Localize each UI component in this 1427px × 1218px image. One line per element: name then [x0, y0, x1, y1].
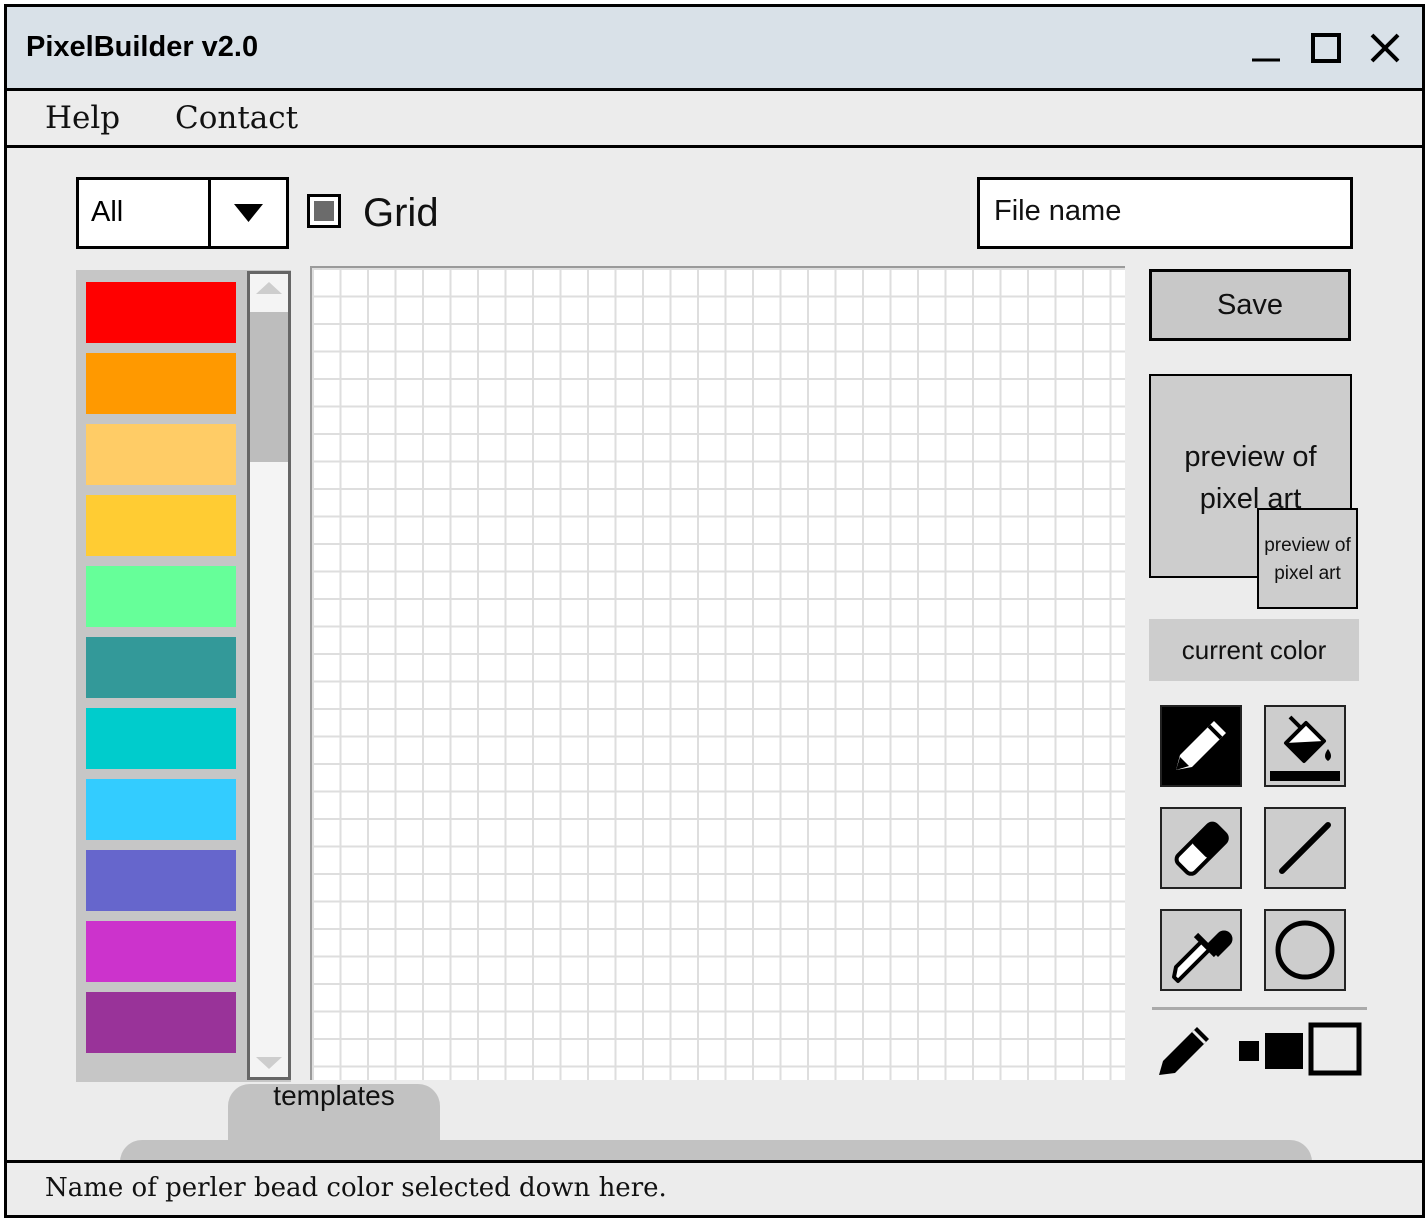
- eyedropper-tool-button[interactable]: [1160, 909, 1242, 991]
- drawing-canvas[interactable]: [310, 266, 1125, 1080]
- pencil-tool-button[interactable]: [1160, 705, 1242, 787]
- title-bar: PixelBuilder v2.0: [7, 7, 1422, 91]
- current-color-indicator: current color: [1149, 619, 1359, 681]
- save-button[interactable]: Save: [1149, 269, 1351, 341]
- tab-templates-label: templates: [273, 1080, 395, 1111]
- color-swatch-light-orange[interactable]: [86, 424, 236, 485]
- category-selected-value: All: [91, 196, 124, 228]
- dropdown-toggle[interactable]: [208, 180, 286, 246]
- grid-checkbox[interactable]: [307, 194, 341, 228]
- circle-tool-button[interactable]: [1264, 909, 1346, 991]
- line-icon: [1279, 822, 1331, 874]
- color-swatch-light-green[interactable]: [86, 566, 236, 627]
- brush-size-selector[interactable]: [1237, 1021, 1363, 1077]
- tool-divider: [1152, 1007, 1367, 1010]
- scrollbar-thumb[interactable]: [250, 312, 288, 462]
- brush-size-large[interactable]: [1308, 1022, 1362, 1076]
- paint-bucket-icon: [1270, 715, 1340, 781]
- brush-size-small[interactable]: [1239, 1041, 1259, 1061]
- maximize-icon[interactable]: [1301, 23, 1351, 73]
- fill-tool-button[interactable]: [1264, 705, 1346, 787]
- color-swatch-teal[interactable]: [86, 637, 236, 698]
- app-title: PixelBuilder v2.0: [26, 31, 259, 63]
- chevron-down-icon: [234, 204, 263, 222]
- brush-size-medium[interactable]: [1265, 1033, 1303, 1069]
- menu-bar: Help Contact: [7, 91, 1422, 148]
- color-swatch-red[interactable]: [86, 282, 236, 343]
- category-dropdown[interactable]: All: [76, 177, 289, 249]
- tab-templates[interactable]: templates: [228, 1080, 440, 1154]
- minimize-icon[interactable]: [1240, 23, 1290, 73]
- eraser-icon: [1174, 821, 1229, 876]
- brush-pencil-icon: [1159, 1027, 1209, 1075]
- menu-help[interactable]: Help: [45, 100, 120, 136]
- color-swatch-sky-blue[interactable]: [86, 779, 236, 840]
- color-swatch-indigo[interactable]: [86, 850, 236, 911]
- color-swatch-yellow[interactable]: [86, 495, 236, 556]
- preview-small: preview of pixel art: [1257, 508, 1358, 609]
- grid-label: Grid: [363, 191, 439, 235]
- color-palette: [76, 270, 291, 1082]
- preview-small-text: preview of pixel art: [1264, 535, 1351, 584]
- scroll-up-arrow-icon[interactable]: [256, 282, 282, 294]
- menu-contact[interactable]: Contact: [175, 100, 298, 136]
- pencil-icon: [1176, 721, 1226, 770]
- filename-field-wrapper: [977, 177, 1353, 249]
- eraser-tool-button[interactable]: [1160, 807, 1242, 889]
- line-tool-button[interactable]: [1264, 807, 1346, 889]
- scroll-down-arrow-icon[interactable]: [256, 1057, 282, 1069]
- app-window: PixelBuilder v2.0 Help Contact All Grid: [4, 4, 1425, 1218]
- palette-scrollbar[interactable]: [247, 271, 291, 1080]
- circle-icon: [1275, 920, 1335, 980]
- color-swatch-magenta[interactable]: [86, 921, 236, 982]
- filename-input[interactable]: [992, 180, 1336, 242]
- eyedropper-icon: [1172, 930, 1233, 983]
- color-swatch-orange[interactable]: [86, 353, 236, 414]
- color-swatch-cyan[interactable]: [86, 708, 236, 769]
- color-swatch-purple[interactable]: [86, 992, 236, 1053]
- grid-checkbox-fill: [314, 201, 334, 221]
- status-bar: Name of perler bead color selected down …: [7, 1160, 1422, 1215]
- status-text: Name of perler bead color selected down …: [45, 1173, 667, 1203]
- close-icon[interactable]: [1360, 23, 1410, 73]
